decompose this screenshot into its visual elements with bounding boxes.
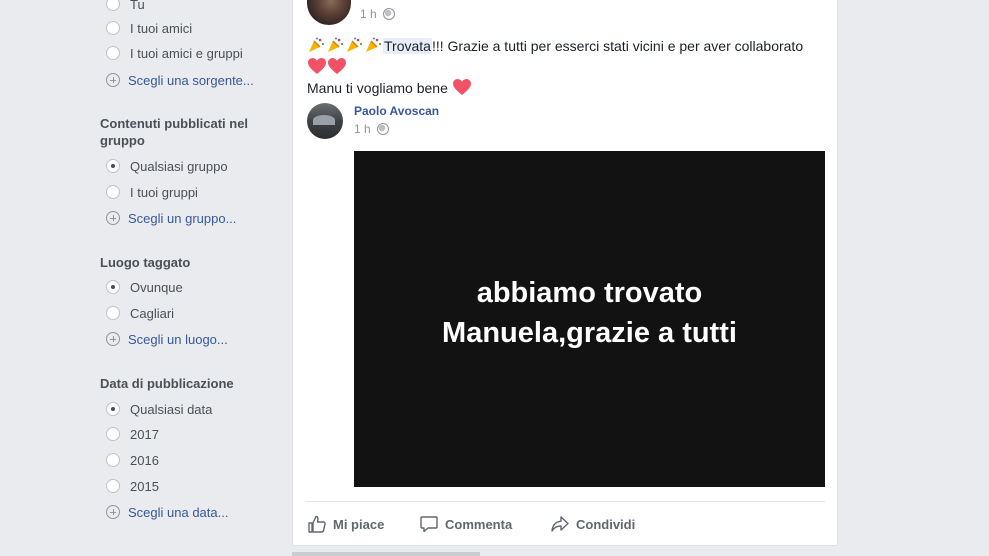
radio-button[interactable] — [106, 479, 120, 493]
radio-button[interactable] — [106, 280, 120, 294]
shared-author-name[interactable]: Paolo Avoscan — [354, 104, 439, 118]
party-popper-icon — [328, 37, 344, 52]
filter-option-2017[interactable]: 2017 — [106, 424, 159, 444]
choose-group-link[interactable]: Scegli un gruppo... — [106, 208, 236, 228]
filter-option-label: 2015 — [130, 478, 159, 494]
plus-circle-icon — [106, 73, 120, 87]
filter-option-your-friends[interactable]: I tuoi amici — [106, 18, 192, 38]
filter-option-label: Qualsiasi gruppo — [130, 158, 228, 174]
post-message: Trovata!!! Grazie a tutti per esserci st… — [307, 36, 807, 99]
filter-option-label: I tuoi amici — [130, 20, 193, 36]
post-text-line2: Manu ti vogliamo bene — [307, 80, 448, 96]
hashtag-link[interactable]: Trovata — [383, 38, 432, 54]
author-avatar[interactable] — [307, 0, 351, 25]
choose-source-link[interactable]: Scegli una sorgente... — [106, 70, 254, 90]
radio-button[interactable] — [106, 21, 120, 35]
radio-button[interactable] — [106, 453, 120, 467]
like-button[interactable]: Mi piace — [307, 512, 384, 536]
party-popper-icon — [366, 37, 382, 52]
choose-location-link[interactable]: Scegli un luogo... — [106, 329, 228, 349]
heart-icon — [452, 79, 471, 95]
plus-circle-icon — [106, 505, 120, 519]
filter-option-any-date[interactable]: Qualsiasi data — [106, 399, 212, 419]
filter-option-2016[interactable]: 2016 — [106, 450, 159, 470]
radio-button[interactable] — [106, 46, 120, 60]
share-button[interactable]: Condividi — [550, 512, 635, 536]
radio-button[interactable] — [106, 0, 120, 11]
actions-divider — [305, 501, 825, 502]
share-arrow-icon — [551, 516, 569, 532]
comment-button[interactable]: Commenta — [419, 512, 512, 536]
post-actions-bar: Mi piace Commenta Condividi — [307, 512, 827, 536]
party-popper-icon — [347, 37, 363, 52]
search-filters-sidebar: Tu I tuoi amici I tuoi amici e gruppi Sc… — [0, 0, 292, 556]
choose-date-link[interactable]: Scegli una data... — [106, 502, 228, 522]
heart-icon — [308, 58, 326, 74]
filter-option-tu[interactable]: Tu — [106, 0, 145, 14]
shared-post-timestamp[interactable]: 1 h — [354, 122, 389, 136]
radio-button[interactable] — [106, 402, 120, 416]
filter-option-any-group[interactable]: Qualsiasi gruppo — [106, 156, 228, 176]
filter-option-label: 2017 — [130, 426, 159, 442]
radio-button[interactable] — [106, 427, 120, 441]
filter-option-anywhere[interactable]: Ovunque — [106, 277, 183, 297]
filter-option-label: Tu — [130, 0, 145, 12]
shared-image-text: abbiamo trovato Manuela,grazie a tutti — [442, 277, 737, 349]
post-card: 1 h Trovata!!! Grazie a tutti per esserc… — [292, 0, 838, 546]
filter-option-label: Cagliari — [130, 305, 175, 321]
date-filter-heading: Data di pubblicazione — [100, 376, 234, 391]
shared-post-image[interactable]: abbiamo trovato Manuela,grazie a tutti — [354, 151, 825, 487]
post-text-body: !!! Grazie a tutti per esserci stati vic… — [431, 38, 804, 54]
post-timestamp[interactable]: 1 h — [360, 7, 395, 21]
plus-circle-icon — [106, 332, 120, 346]
radio-button[interactable] — [106, 185, 120, 199]
globe-icon — [376, 123, 389, 135]
thumbs-up-icon — [308, 515, 326, 533]
filter-option-label: I tuoi amici e gruppi — [130, 45, 243, 61]
filter-option-2015[interactable]: 2015 — [106, 476, 159, 496]
filter-option-label: I tuoi gruppi — [130, 184, 198, 200]
filter-option-label: Qualsiasi data — [130, 401, 213, 417]
heart-icon — [328, 58, 346, 74]
globe-icon — [382, 8, 395, 20]
filter-option-friends-and-groups[interactable]: I tuoi amici e gruppi — [106, 43, 243, 63]
plus-circle-icon — [106, 211, 120, 225]
horizontal-scrollbar[interactable] — [292, 552, 480, 556]
party-popper-icon — [309, 37, 325, 52]
comment-bubble-icon — [420, 516, 438, 533]
group-filter-heading: Contenuti pubblicati nel gruppo — [100, 116, 249, 148]
filter-option-label: 2016 — [130, 452, 159, 468]
location-filter-heading: Luogo taggato — [100, 255, 191, 270]
filter-option-cagliari[interactable]: Cagliari — [106, 303, 174, 323]
radio-button[interactable] — [106, 306, 120, 320]
filter-option-label: Ovunque — [130, 279, 183, 295]
radio-button[interactable] — [106, 159, 120, 173]
filter-option-your-groups[interactable]: I tuoi gruppi — [106, 182, 198, 202]
shared-author-avatar[interactable] — [307, 103, 343, 139]
